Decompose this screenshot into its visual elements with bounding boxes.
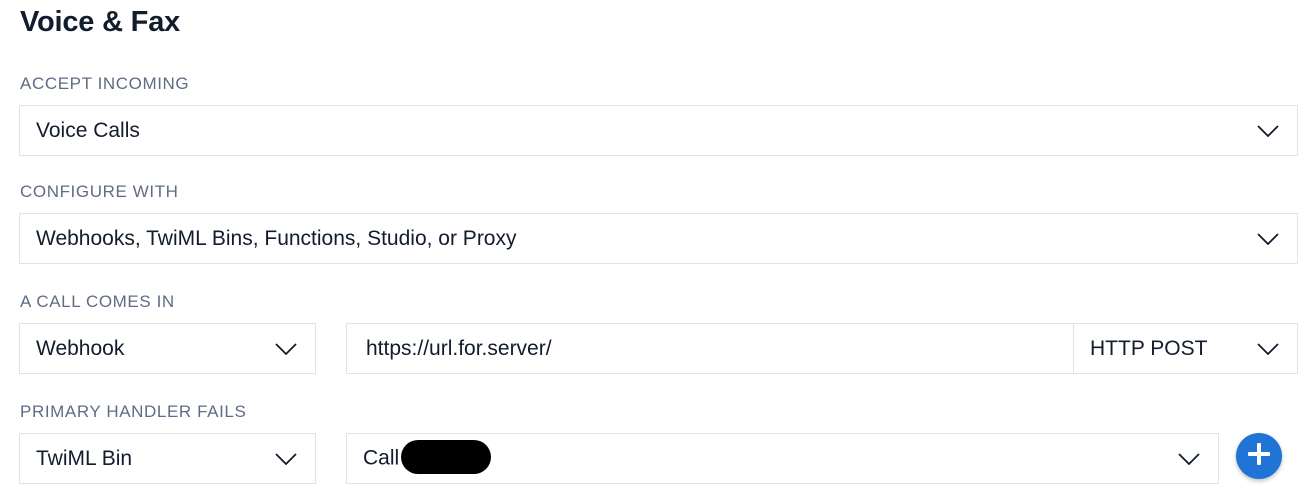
configure-with-label: CONFIGURE WITH — [20, 182, 179, 201]
primary-handler-fails-label: PRIMARY HANDLER FAILS — [20, 402, 247, 421]
http-method-select[interactable]: HTTP POST — [1073, 323, 1298, 374]
twiml-bin-select[interactable]: Call — [346, 433, 1219, 484]
add-twiml-bin-button[interactable] — [1236, 433, 1282, 479]
call-comes-in-type-select[interactable]: Webhook — [19, 323, 316, 374]
webhook-url-value: https://url.for.server/ — [366, 336, 552, 360]
chevron-down-icon — [1257, 342, 1279, 355]
plus-icon — [1246, 441, 1272, 472]
section-title: Voice & Fax — [20, 6, 181, 38]
accept-incoming-label: ACCEPT INCOMING — [20, 74, 190, 93]
call-comes-in-type-value: Webhook — [36, 336, 125, 360]
accept-incoming-value: Voice Calls — [36, 118, 140, 142]
chevron-down-icon — [275, 452, 297, 465]
twiml-bin-value: Call — [363, 446, 400, 470]
primary-handler-type-value: TwiML Bin — [36, 446, 133, 470]
chevron-down-icon — [1257, 124, 1279, 137]
http-method-value: HTTP POST — [1090, 336, 1208, 360]
configure-with-value: Webhooks, TwiML Bins, Functions, Studio,… — [36, 226, 517, 250]
chevron-down-icon — [1178, 452, 1200, 465]
chevron-down-icon — [275, 342, 297, 355]
call-comes-in-label: A CALL COMES IN — [20, 292, 175, 311]
redaction-mark — [401, 439, 492, 474]
primary-handler-type-select[interactable]: TwiML Bin — [19, 433, 316, 484]
chevron-down-icon — [1257, 232, 1279, 245]
webhook-url-input[interactable]: https://url.for.server/ — [346, 323, 1074, 374]
configure-with-select[interactable]: Webhooks, TwiML Bins, Functions, Studio,… — [19, 213, 1298, 264]
twiml-bin-value-wrap: Call — [347, 439, 1178, 476]
accept-incoming-select[interactable]: Voice Calls — [19, 105, 1298, 156]
